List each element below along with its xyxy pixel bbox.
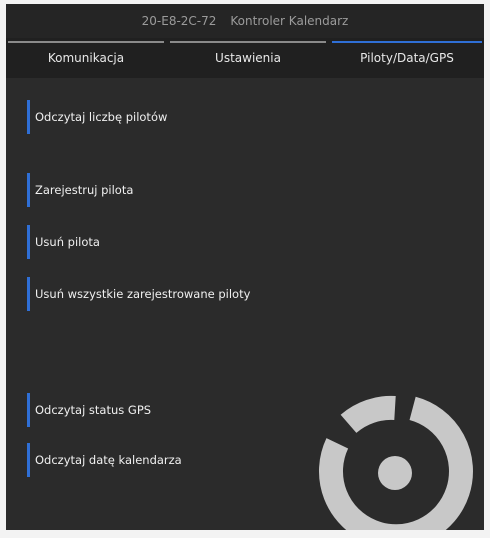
tab-label: Ustawienia xyxy=(215,51,281,65)
button-label: Usuń wszystkie zarejestrowane piloty xyxy=(35,287,251,301)
tab-bar: Komunikacja Ustawienia Piloty/Data/GPS xyxy=(6,38,484,78)
delete-all-remotes-button[interactable]: Usuń wszystkie zarejestrowane piloty xyxy=(27,277,250,311)
tab-label: Komunikacja xyxy=(47,51,125,65)
app-title: Kontroler Kalendarz xyxy=(230,14,349,28)
tab-label: Piloty/Data/GPS xyxy=(360,51,454,65)
tab-komunikacja[interactable]: Komunikacja xyxy=(6,38,166,78)
read-remote-count-button[interactable]: Odczytaj liczbę pilotów xyxy=(27,100,167,134)
accent-bar xyxy=(27,100,30,134)
accent-bar xyxy=(27,393,30,427)
app-window: 20-E8-2C-72 Kontroler Kalendarz Komunika… xyxy=(6,4,484,530)
tab-indicator xyxy=(8,41,164,43)
accent-bar xyxy=(27,173,30,207)
button-label: Usuń pilota xyxy=(35,235,100,249)
loading-spinner-icon xyxy=(319,395,473,530)
delete-remote-button[interactable]: Usuń pilota xyxy=(27,225,100,259)
tab-piloty-data-gps[interactable]: Piloty/Data/GPS xyxy=(330,38,484,78)
accent-bar xyxy=(27,225,30,259)
register-remote-button[interactable]: Zarejestruj pilota xyxy=(27,173,133,207)
read-gps-status-button[interactable]: Odczytaj status GPS xyxy=(27,393,151,427)
accent-bar xyxy=(27,443,30,477)
tab-indicator-active xyxy=(332,41,482,43)
tab-indicator xyxy=(170,41,326,43)
device-id: 20-E8-2C-72 xyxy=(141,14,217,28)
button-label: Zarejestruj pilota xyxy=(35,183,134,197)
read-calendar-date-button[interactable]: Odczytaj datę kalendarza xyxy=(27,443,182,477)
title-bar: 20-E8-2C-72 Kontroler Kalendarz xyxy=(6,4,484,38)
button-label: Odczytaj status GPS xyxy=(35,403,152,417)
tab-ustawienia[interactable]: Ustawienia xyxy=(168,38,328,78)
accent-bar xyxy=(27,277,30,311)
button-label: Odczytaj datę kalendarza xyxy=(35,453,182,467)
tab-content: Odczytaj liczbę pilotów Zarejestruj pilo… xyxy=(6,78,484,530)
button-label: Odczytaj liczbę pilotów xyxy=(35,110,168,124)
